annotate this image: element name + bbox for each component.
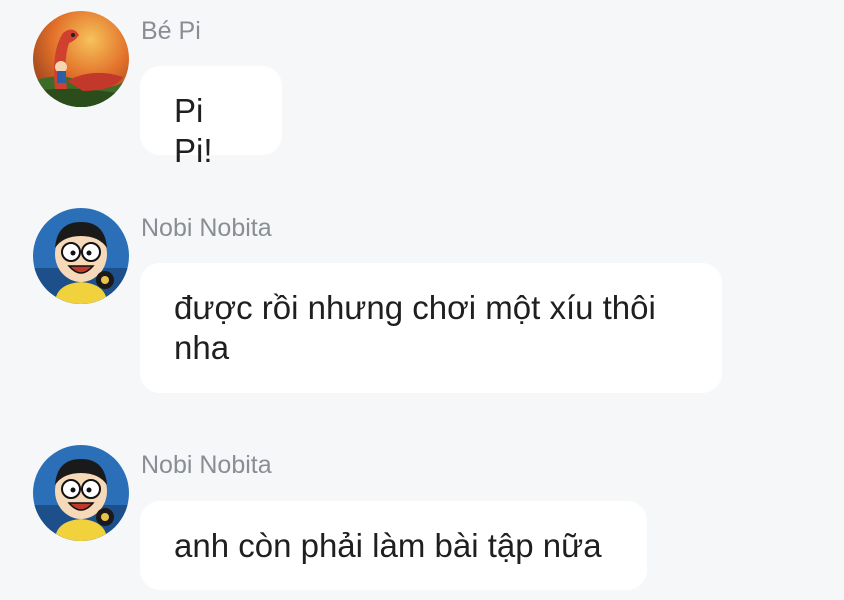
sender-name: Nobi Nobita <box>141 451 272 479</box>
message-bubble[interactable]: anh còn phải làm bài tập nữa <box>140 501 647 590</box>
sender-name: Bé Pi <box>141 17 201 45</box>
nobita-avatar[interactable] <box>33 208 129 304</box>
pi-dinosaur-avatar[interactable] <box>33 11 129 107</box>
message-bubble[interactable]: được rồi nhưng chơi một xíu thôi nha <box>140 263 722 393</box>
sender-name: Nobi Nobita <box>141 214 272 242</box>
message-bubble[interactable]: Pi Pi! <box>140 66 282 169</box>
nobita-avatar[interactable] <box>33 445 129 541</box>
